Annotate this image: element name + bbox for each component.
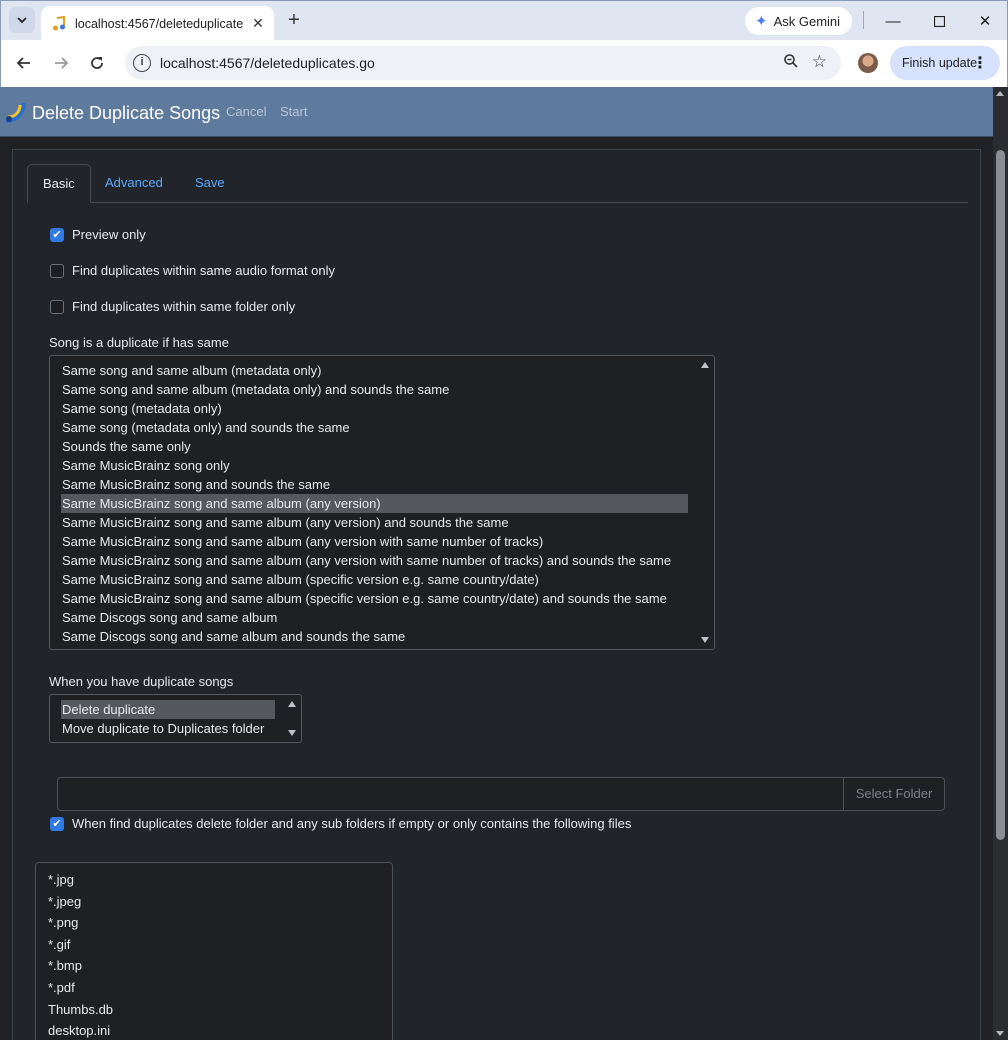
scroll-up-icon[interactable] [996, 91, 1004, 96]
browser-tab-active[interactable]: localhost:4567/deleteduplicates.go ✕ [41, 6, 274, 41]
tab-title: localhost:4567/deleteduplicates.go [75, 16, 243, 31]
music-note-icon [53, 15, 65, 30]
back-arrow-icon[interactable] [11, 50, 37, 76]
cancel-button[interactable]: Cancel [226, 104, 266, 119]
file-item[interactable]: *.png [36, 912, 392, 934]
close-tab-icon[interactable]: ✕ [250, 15, 266, 31]
delete-empty-folder-label: When find duplicates delete folder and a… [72, 816, 632, 831]
delete-empty-folder-checkbox[interactable]: ✔ [50, 816, 64, 831]
criteria-item[interactable]: Same MusicBrainz song and same album (an… [50, 551, 714, 570]
file-item[interactable]: Thumbs.db [36, 999, 392, 1021]
select-folder-button[interactable]: Select Folder [843, 777, 945, 811]
file-item[interactable]: desktop.ini [36, 1020, 392, 1040]
criteria-item[interactable]: Same song (metadata only) [50, 399, 714, 418]
criteria-item[interactable]: Same MusicBrainz song and same album (sp… [50, 589, 714, 608]
reload-icon[interactable] [84, 50, 110, 76]
tab-basic[interactable]: Basic [27, 164, 91, 203]
start-button[interactable]: Start [280, 104, 307, 119]
folder-path-input[interactable] [57, 777, 845, 811]
listbox-scrollbar[interactable] [284, 695, 301, 742]
page-title: Delete Duplicate Songs [32, 103, 221, 123]
tab-bar: Basic Advanced Save [27, 164, 968, 203]
chevron-down-icon [17, 17, 27, 24]
app-header: Delete Duplicate Songs Cancel Start [0, 87, 993, 137]
more-vertical-icon: ⋮ [972, 55, 988, 72]
preview-only-checkbox[interactable]: ✔ [50, 227, 64, 242]
forward-arrow-icon[interactable] [48, 50, 74, 76]
finish-update-label: Finish update [902, 56, 978, 70]
tab-save[interactable]: Save [180, 164, 240, 203]
same-folder-label: Find duplicates within same folder only [72, 299, 296, 314]
criteria-item[interactable]: Same song and same album (metadata only) [50, 361, 714, 380]
action-item[interactable]: Move duplicate to Duplicates folder [50, 719, 301, 738]
address-bar[interactable]: i localhost:4567/deleteduplicates.go ☆ [125, 46, 841, 80]
duplicate-action-listbox[interactable]: Delete duplicate Move duplicate to Duplic… [49, 694, 302, 743]
file-item[interactable]: *.jpg [36, 869, 392, 891]
url-text[interactable]: localhost:4567/deleteduplicates.go [160, 55, 375, 71]
criteria-item[interactable]: Same song (metadata only) and sounds the… [50, 418, 714, 437]
scroll-up-icon[interactable] [701, 362, 709, 368]
new-tab-icon[interactable]: + [283, 9, 305, 31]
app-logo-icon [5, 102, 26, 123]
action-item[interactable]: Delete duplicate [61, 700, 275, 719]
close-window-icon[interactable]: ✕ [971, 7, 999, 35]
criteria-item[interactable]: Same MusicBrainz song and same album (an… [50, 532, 714, 551]
delete-empty-folder-option[interactable]: ✔ When find duplicates delete folder and… [50, 816, 631, 831]
criteria-item[interactable]: Same MusicBrainz song only [50, 456, 714, 475]
criteria-item[interactable]: Sounds the same only [50, 437, 714, 456]
minimize-icon[interactable]: — [879, 7, 907, 35]
finish-update-button[interactable]: Finish update ⋮ [890, 46, 1000, 80]
scroll-up-icon[interactable] [288, 701, 296, 707]
same-folder-option[interactable]: Find duplicates within same folder only [50, 299, 295, 314]
preview-only-option[interactable]: ✔ Preview only [50, 227, 146, 242]
site-info-icon[interactable]: i [133, 54, 151, 72]
duplicate-criteria-label: Song is a duplicate if has same [49, 335, 229, 350]
files-list: *.jpg *.jpeg *.png *.gif *.bmp *.pdf Thumbs.db… [36, 869, 392, 1040]
criteria-item[interactable]: Same Discogs song and same album and sou… [50, 627, 714, 646]
gemini-sparkle-icon: ✦ [755, 13, 768, 30]
ignored-files-textarea[interactable]: *.jpg *.jpeg *.png *.gif *.bmp *.pdf Thumbs.db… [35, 862, 393, 1040]
bookmark-star-icon[interactable]: ☆ [812, 52, 827, 72]
maximize-icon[interactable] [925, 7, 953, 35]
criteria-item[interactable]: Same MusicBrainz song and same album (an… [61, 494, 688, 513]
divider [863, 11, 864, 29]
same-format-option[interactable]: Find duplicates within same audio format… [50, 263, 335, 278]
criteria-item[interactable]: Same MusicBrainz song and same album (sp… [50, 570, 714, 589]
scroll-down-icon[interactable] [996, 1031, 1004, 1036]
avatar[interactable] [858, 53, 878, 73]
duplicate-action-label: When you have duplicate songs [49, 674, 234, 689]
same-format-label: Find duplicates within same audio format… [72, 263, 336, 278]
scrollbar-thumb[interactable] [996, 150, 1005, 840]
criteria-options: Same song and same album (metadata only)… [50, 361, 714, 646]
preview-only-label: Preview only [72, 227, 146, 242]
page-scrollbar[interactable] [993, 87, 1008, 1040]
action-options: Delete duplicate Move duplicate to Duplic… [50, 700, 301, 738]
gemini-label: Ask Gemini [773, 13, 841, 29]
file-item[interactable]: *.jpeg [36, 891, 392, 913]
file-item[interactable]: *.pdf [36, 977, 392, 999]
tab-search-button[interactable] [9, 7, 35, 33]
criteria-item[interactable]: Same song and same album (metadata only)… [50, 380, 714, 399]
tab-advanced[interactable]: Advanced [90, 164, 178, 203]
zoom-icon[interactable] [783, 53, 799, 74]
browser-tabstrip: localhost:4567/deleteduplicates.go ✕ + ✦… [0, 0, 1008, 41]
browser-toolbar: i localhost:4567/deleteduplicates.go ☆ F… [0, 40, 1008, 87]
same-format-checkbox[interactable] [50, 263, 64, 278]
criteria-item[interactable]: Same MusicBrainz song and sounds the sam… [50, 475, 714, 494]
scroll-down-icon[interactable] [288, 730, 296, 736]
same-folder-checkbox[interactable] [50, 299, 64, 314]
criteria-item[interactable]: Same MusicBrainz song and same album (an… [50, 513, 714, 532]
scroll-down-icon[interactable] [701, 637, 709, 643]
duplicate-criteria-listbox[interactable]: Same song and same album (metadata only)… [49, 355, 715, 650]
file-item[interactable]: *.gif [36, 934, 392, 956]
file-item[interactable]: *.bmp [36, 955, 392, 977]
main-content: Basic Advanced Save ✔ Preview only Find … [0, 137, 993, 1040]
listbox-scrollbar[interactable] [697, 356, 714, 649]
settings-panel: Basic Advanced Save ✔ Preview only Find … [12, 149, 981, 1040]
criteria-item[interactable]: Same Discogs song and same album [50, 608, 714, 627]
ask-gemini-button[interactable]: ✦ Ask Gemini [745, 7, 852, 35]
